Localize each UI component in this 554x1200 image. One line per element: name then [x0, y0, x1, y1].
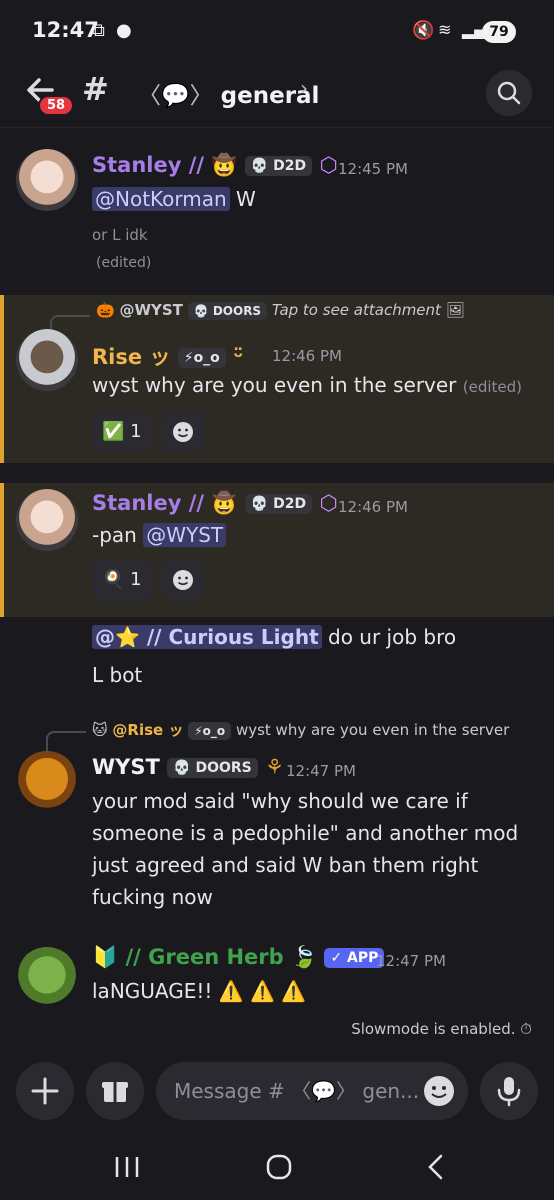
reply-preview[interactable]: 🎃 @WYST 💀 DOORS Tap to see attachment 🖼 — [96, 301, 465, 320]
reply-connector — [46, 731, 86, 751]
channel-emoji-icon: 〈💬〉 — [138, 83, 213, 109]
add-reaction-button[interactable] — [162, 559, 204, 601]
home-button[interactable] — [264, 1152, 294, 1182]
message-item[interactable]: Stanley // 🤠 💀 D2D ⬡ 12:45 PM @NotKorman… — [0, 129, 554, 279]
cowboy-emoji-icon: 🤠 — [211, 153, 238, 177]
timestamp: 12:45 PM — [338, 160, 408, 178]
reply-tag: ⚡o_o — [188, 721, 232, 740]
avatar[interactable] — [16, 947, 78, 1009]
message-content: @⭐ // Curious Light do ur job bro — [92, 621, 456, 653]
timestamp: 12:46 PM — [338, 498, 408, 516]
search-icon — [497, 81, 521, 105]
emoji-add-icon — [173, 570, 193, 590]
server-tag: 💀 D2D — [244, 494, 313, 514]
username[interactable]: Stanley // — [92, 491, 204, 515]
leaf-icon: 🍃 — [290, 945, 318, 969]
plus-icon — [31, 1077, 59, 1105]
channel-header: 58 # 〈💬〉 general › — [0, 62, 554, 128]
reply-avatar-icon: 🐱 — [92, 721, 108, 739]
reaction-chip[interactable]: ✅ 1 — [92, 411, 152, 453]
server-tag: 💀 D2D — [244, 156, 313, 176]
reaction-chip[interactable]: 🍳 1 — [92, 559, 152, 601]
shield-badge-icon: ⬡ — [319, 491, 338, 515]
home-icon — [266, 1154, 292, 1180]
message-content: your mod said "why should we care if som… — [92, 789, 519, 909]
slowmode-notice: Slowmode is enabled. ⏱ — [351, 1020, 532, 1038]
cowboy-emoji-icon: 🤠 — [211, 491, 238, 515]
gift-button[interactable] — [86, 1062, 144, 1120]
nav-back-button[interactable] — [424, 1152, 446, 1182]
image-icon: 🖼 — [445, 301, 465, 319]
message-item-highlighted[interactable]: Stanley // 🤠 💀 D2D ⬡ 12:46 PM -pan @WYST… — [0, 483, 554, 617]
battery-indicator: 79 — [482, 21, 516, 43]
avatar[interactable] — [16, 751, 78, 813]
timestamp: 12:47 PM — [376, 952, 446, 970]
role-mention[interactable]: @⭐ // Curious Light — [92, 625, 322, 649]
message-line: L bot — [92, 663, 143, 687]
avatar[interactable] — [16, 489, 78, 551]
chevron-left-icon — [428, 1154, 443, 1180]
smile-emoji-icon: ᵕ̈ — [233, 345, 244, 369]
user-mention[interactable]: @NotKorman — [92, 187, 230, 211]
mute-icon: 🔇 — [412, 20, 435, 41]
message-composer — [0, 1052, 554, 1134]
emoji-picker-button[interactable] — [420, 1072, 458, 1110]
emoji-icon — [424, 1076, 454, 1106]
gift-icon — [102, 1082, 128, 1102]
add-attachment-button[interactable] — [16, 1062, 74, 1120]
message-content: wyst why are you even in the server (edi… — [92, 373, 523, 397]
server-tag: ⚡o_o — [177, 348, 226, 368]
reply-preview[interactable]: 🐱 @Rise ッ ⚡o_o wyst why are you even in … — [92, 719, 509, 740]
avatar[interactable] — [16, 149, 78, 211]
message-content: @NotKorman W — [92, 183, 256, 215]
add-reaction-button[interactable] — [162, 411, 204, 453]
search-button[interactable] — [486, 70, 532, 116]
timer-icon: ⏱ — [520, 1020, 532, 1038]
username[interactable]: Rise ッ — [92, 345, 170, 369]
username[interactable]: WYST — [92, 755, 160, 779]
hash-icon: # — [82, 70, 109, 108]
timestamp: 12:47 PM — [286, 762, 356, 780]
system-nav-bar — [0, 1134, 554, 1200]
reply-tag: 💀 DOORS — [187, 301, 268, 320]
message-item[interactable]: @⭐ // Curious Light do ur job bro L bot — [0, 617, 554, 697]
badge-icon: ⚘ — [265, 755, 284, 779]
shield-badge-icon: ⬡ — [319, 153, 338, 177]
message-list[interactable]: Stanley // 🤠 💀 D2D ⬡ 12:45 PM @NotKorman… — [0, 129, 554, 1049]
voice-message-button[interactable] — [480, 1062, 538, 1120]
reply-avatar-icon: 🎃 — [96, 301, 115, 319]
discord-channel-screen: 12:47 ⧉ ● 🔇 ≋ ▂▄▆ 79 58 # 〈💬〉 general › — [0, 0, 554, 1200]
chevron-right-icon: › — [300, 76, 308, 100]
screenshot-icon: ⧉ — [92, 20, 105, 41]
message-item-highlighted[interactable]: 🎃 @WYST 💀 DOORS Tap to see attachment 🖼 … — [0, 295, 554, 463]
server-tag: 💀 DOORS — [167, 758, 258, 778]
emoji-add-icon — [173, 422, 193, 442]
avatar[interactable] — [16, 329, 78, 391]
user-mention[interactable]: @WYST — [143, 523, 227, 547]
status-bar: 12:47 ⧉ ● 🔇 ≋ ▂▄▆ 79 — [0, 0, 554, 62]
username[interactable]: Stanley // — [92, 153, 204, 177]
message-item[interactable]: 🔰 // Green Herb 🍃 ✓ APP 12:47 PM laNGUAG… — [0, 935, 554, 1025]
edited-label: (edited) — [96, 255, 152, 271]
message-content: -pan @WYST — [92, 519, 227, 551]
chat-bubble-icon: ● — [116, 20, 132, 41]
recent-apps-button[interactable] — [112, 1154, 142, 1180]
message-item[interactable]: 🐱 @Rise ッ ⚡o_o wyst why are you even in … — [0, 715, 554, 915]
status-time: 12:47 — [32, 18, 99, 42]
microphone-icon — [497, 1077, 521, 1107]
timestamp: 12:46 PM — [272, 347, 342, 365]
unread-badge: 58 — [38, 95, 75, 116]
wifi-icon: ≋ — [438, 20, 452, 39]
message-content: laNGUAGE!! ⚠️ ⚠️ ⚠️ — [92, 979, 307, 1003]
recents-icon — [115, 1157, 139, 1177]
username[interactable]: 🔰 // Green Herb — [92, 945, 284, 969]
